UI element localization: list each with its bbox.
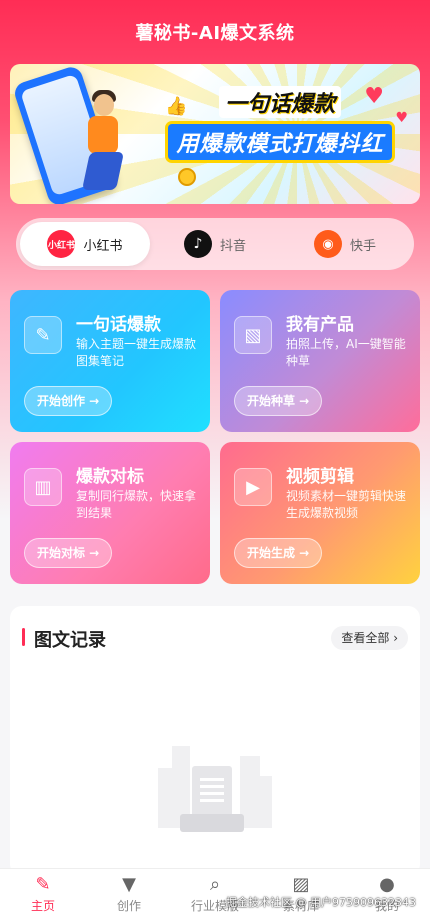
feature-card-video[interactable]: ▶ 视频剪辑 视频素材一键剪辑快速生成爆款视频 开始生成 →	[220, 442, 420, 584]
app-title: 薯秘书-AI爆文系统	[135, 23, 295, 44]
promo-banner[interactable]: 一句话爆款 用爆款模式打爆抖红 👍 ♥ ♥	[10, 64, 420, 204]
empty-state-illustration	[150, 736, 280, 846]
start-create-button[interactable]: 开始创作 →	[24, 386, 113, 416]
search-icon: ⌕	[209, 874, 221, 895]
card-description: 输入主题一键生成爆款图集笔记	[76, 337, 197, 368]
nav-label: 创作	[116, 899, 141, 913]
douyin-icon: ♪	[183, 230, 212, 258]
tab-kuaishou[interactable]: ◉ 快手	[280, 222, 410, 266]
heart-icon: ♥	[364, 84, 384, 109]
thumbs-up-icon: 👍	[165, 96, 188, 117]
user-icon: ●	[379, 874, 395, 895]
card-description: 视频素材一键剪辑快速生成爆款视频	[286, 489, 407, 520]
nav-home[interactable]: ✎ 主页	[0, 869, 86, 920]
card-description: 复制同行爆款，快速拿到结果	[76, 489, 197, 520]
card-title: 一句话爆款	[76, 315, 161, 335]
feature-card-product[interactable]: ▧ 我有产品 拍照上传，AI一键智能种草 开始种草 →	[220, 290, 420, 432]
tab-label: 快手	[349, 238, 376, 254]
banner-line1: 一句话爆款	[218, 86, 341, 118]
document-icon	[192, 766, 232, 820]
view-all-button[interactable]: 查看全部 ›	[331, 626, 408, 650]
play-icon: ▶	[234, 468, 272, 506]
nav-label: 主页	[30, 899, 55, 913]
tab-label: 小红书	[83, 238, 123, 254]
tab-label: 抖音	[219, 238, 246, 254]
section-accent-bar	[22, 628, 25, 646]
records-title: 图文记录	[34, 630, 106, 651]
card-title: 爆款对标	[76, 467, 144, 487]
heart-small-icon: ♥	[395, 110, 408, 126]
start-seed-button[interactable]: 开始种草 →	[234, 386, 323, 416]
tab-xiaohongshu[interactable]: 小红书 小红书	[20, 222, 150, 266]
feature-card-benchmark[interactable]: ▥ 爆款对标 复制同行爆款，快速拿到结果 开始对标 →	[10, 442, 210, 584]
start-generate-button[interactable]: 开始生成 →	[234, 538, 323, 568]
banner-line2: 用爆款模式打爆抖红	[168, 124, 392, 160]
watermark: 掘金技术社区 @ 用户975909632343	[226, 896, 416, 909]
card-title: 视频剪辑	[286, 467, 354, 487]
tray-icon	[180, 814, 244, 832]
gallery-icon: ▨	[292, 874, 310, 895]
card-description: 拍照上传，AI一键智能种草	[286, 337, 406, 368]
kuaishou-icon: ◉	[313, 230, 342, 258]
coin-icon	[178, 168, 196, 186]
runner-illustration	[76, 90, 130, 194]
image-icon: ▧	[234, 316, 272, 354]
app-header: 薯秘书-AI爆文系统	[0, 0, 430, 64]
bookmark-icon: ▼	[122, 874, 136, 895]
platform-tabs: 小红书 小红书 ♪ 抖音 ◉ 快手	[16, 218, 414, 270]
xiaohongshu-icon: 小红书	[47, 230, 76, 258]
nav-create[interactable]: ▼ 创作	[86, 869, 172, 920]
tab-douyin[interactable]: ♪ 抖音	[150, 222, 280, 266]
bar-chart-icon: ▥	[24, 468, 62, 506]
home-icon: ✎	[35, 874, 51, 895]
records-section: 图文记录 查看全部 ›	[10, 606, 420, 876]
card-title: 我有产品	[286, 315, 354, 335]
start-benchmark-button[interactable]: 开始对标 →	[24, 538, 113, 568]
feature-card-one-sentence[interactable]: ✎ 一句话爆款 输入主题一键生成爆款图集笔记 开始创作 →	[10, 290, 210, 432]
edit-icon: ✎	[24, 316, 62, 354]
